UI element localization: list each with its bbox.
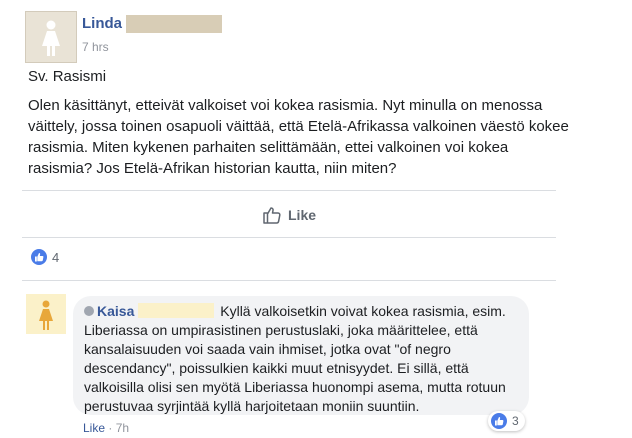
comment-reaction-count: 3 [512, 414, 519, 428]
like-button-label: Like [288, 207, 317, 223]
comment-like-link[interactable]: Like [83, 421, 105, 435]
post-reactions[interactable]: 4 [31, 249, 59, 265]
female-figure-icon [42, 20, 60, 56]
female-figure-icon [39, 300, 53, 330]
comment-content: Kaisa Kyllä valkoisetkin voivat kokea ra… [84, 302, 524, 416]
post-timestamp[interactable]: 7 hrs [82, 40, 109, 54]
post-body: Olen käsittänyt, etteivät valkoiset voi … [28, 97, 569, 177]
comment-actions: Like · 7h [83, 421, 129, 435]
like-reaction-icon [31, 249, 47, 265]
redaction-bar [126, 15, 222, 33]
post-author-avatar[interactable] [25, 11, 77, 63]
divider [22, 237, 556, 238]
divider [22, 190, 556, 191]
post-author-name[interactable]: Linda [82, 15, 122, 32]
comment-text: Kyllä valkoisetkin voivat kokea rasismia… [84, 303, 506, 414]
comment-author-name[interactable]: Kaisa [97, 303, 134, 319]
post-heading: Sv. Rasismi [28, 68, 107, 85]
comment-timestamp[interactable]: 7h [116, 421, 129, 435]
like-button[interactable]: Like [262, 204, 316, 226]
comment-reactions[interactable]: 3 [488, 411, 525, 431]
separator: · [105, 421, 116, 435]
like-reaction-icon [491, 413, 507, 429]
verified-icon [84, 306, 94, 316]
divider [22, 280, 556, 281]
thumbs-up-outline-icon [263, 207, 281, 224]
redaction-bar [138, 303, 215, 318]
reaction-count: 4 [52, 249, 60, 265]
comment-author-avatar[interactable] [26, 294, 66, 334]
